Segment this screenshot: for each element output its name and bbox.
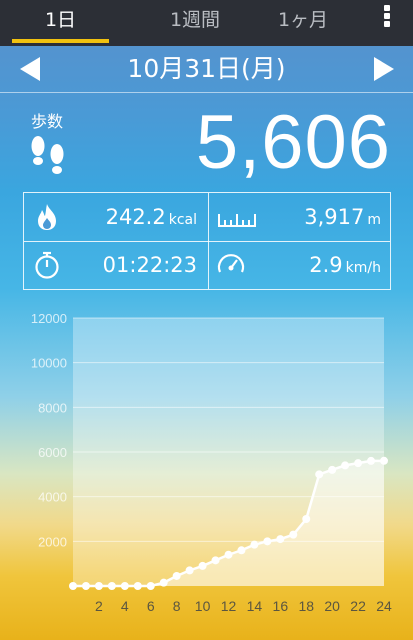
distance-number: 3,917: [304, 205, 365, 229]
data-point: [185, 566, 194, 575]
data-point: [224, 550, 233, 559]
data-point: [69, 582, 77, 590]
x-axis: 2 4 6 8 10 12 14 16 18 20 22 24: [95, 598, 392, 614]
x-tick-label: 6: [147, 598, 155, 614]
data-point: [302, 515, 311, 523]
data-point: [133, 582, 142, 590]
data-point: [380, 456, 388, 465]
data-point: [250, 540, 259, 549]
date-navigator: 10月31日(月): [0, 46, 413, 92]
x-tick-label: 14: [247, 598, 263, 614]
arrow-right-icon[interactable]: [372, 56, 402, 82]
y-tick-label: 4000: [38, 490, 67, 505]
data-point: [81, 582, 90, 590]
calories-unit: kcal: [168, 212, 197, 228]
speed-cell: 2.9 km/h: [208, 241, 391, 289]
data-point: [354, 459, 363, 468]
x-tick-label: 20: [324, 598, 340, 614]
speed-unit: km/h: [345, 260, 381, 276]
y-axis: 2000 4000 6000 8000 10000 12000: [31, 311, 67, 549]
x-tick-label: 10: [195, 598, 211, 614]
distance-cell: 3,917 m: [208, 193, 391, 241]
y-tick-label: 6000: [38, 445, 67, 460]
steps-label: 歩数: [31, 112, 64, 131]
data-point: [120, 582, 129, 590]
data-point: [237, 546, 246, 555]
step-count: 5,606: [195, 100, 391, 185]
stats-grid: 242.2 kcal 3,917 m 01:22:23 2.9 km/h: [23, 192, 391, 290]
x-tick-label: 22: [350, 598, 366, 614]
data-point: [146, 582, 155, 590]
x-tick-label: 24: [376, 598, 392, 614]
more-vertical-icon[interactable]: [380, 3, 394, 29]
data-point: [263, 537, 272, 546]
speed-number: 2.9: [309, 253, 343, 277]
steps-chart: 20004000600080001000012000 2 4 6 8 10 12 14 16 1…: [31, 311, 392, 614]
x-tick-label: 2: [95, 598, 103, 614]
distance-unit: m: [367, 212, 381, 228]
data-point: [289, 530, 298, 539]
current-date: 10月31日(月): [127, 54, 286, 83]
arrow-left-icon[interactable]: [18, 56, 48, 82]
y-tick-label: 2000: [38, 534, 67, 549]
data-point: [276, 535, 285, 544]
data-point: [172, 571, 181, 580]
speed-value: 2.9 km/h: [309, 250, 381, 283]
x-tick-label: 16: [273, 598, 289, 614]
y-tick-label: 10000: [31, 356, 67, 371]
x-tick-label: 4: [121, 598, 129, 614]
y-tick-label: 8000: [38, 400, 67, 415]
calories-cell: 242.2 kcal: [24, 193, 207, 241]
stopwatch-icon: [35, 251, 59, 279]
footprints-icon: [31, 136, 64, 174]
tab-bar: 1日 1週間 1ヶ月: [0, 0, 413, 46]
time-value: 01:22:23: [102, 253, 197, 277]
x-tick-label: 18: [298, 598, 314, 614]
distance-value: 3,917 m: [304, 202, 381, 235]
data-point: [315, 470, 324, 479]
data-point: [94, 582, 103, 590]
data-point: [107, 582, 116, 590]
data-point: [198, 561, 207, 570]
y-tick-label: 12000: [31, 311, 67, 326]
x-tick-label: 12: [221, 598, 237, 614]
data-point: [159, 578, 168, 587]
speedometer-icon: [217, 254, 245, 273]
data-point: [341, 461, 350, 470]
tab-1-week[interactable]: 1週間: [140, 0, 250, 46]
divider: [0, 92, 413, 93]
ruler-icon: [218, 214, 256, 227]
active-tab-indicator: [12, 39, 109, 43]
calories-value: 242.2 kcal: [106, 202, 197, 235]
tab-1-month[interactable]: 1ヶ月: [258, 0, 348, 46]
data-point: [211, 556, 220, 565]
calories-number: 242.2: [105, 205, 166, 229]
data-point: [367, 456, 376, 465]
time-cell: 01:22:23: [24, 241, 207, 289]
x-tick-label: 8: [173, 598, 181, 614]
data-point: [328, 465, 337, 474]
flame-icon: [38, 204, 56, 230]
